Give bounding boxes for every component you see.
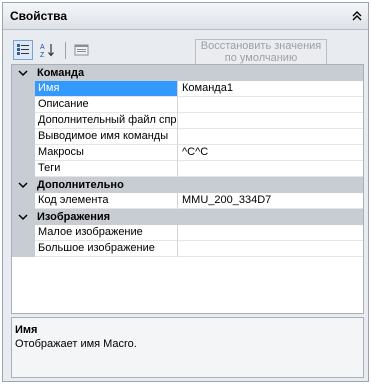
collapse-arrow-icon[interactable] <box>18 212 28 222</box>
property-row[interactable]: Выводимое имя команды <box>12 129 363 145</box>
collapse-chevrons-icon[interactable] <box>350 9 364 23</box>
property-row[interactable]: Малое изображение <box>12 225 363 241</box>
category-label: Команда <box>37 67 85 79</box>
category-label: Дополнительно <box>37 179 124 191</box>
category-row[interactable]: Изображения <box>12 209 363 225</box>
property-value[interactable] <box>178 225 363 241</box>
description-title: Имя <box>15 324 38 336</box>
svg-text:Z: Z <box>40 52 45 58</box>
property-row[interactable]: Дополнительный файл спр <box>12 113 363 129</box>
toolbar-separator <box>65 42 66 59</box>
property-grid: Команда Имя Команда1 Описание Дополнительный… <box>11 64 364 314</box>
collapse-arrow-icon[interactable] <box>18 180 28 190</box>
property-toolbar: A Z Восстановить значения по умолчанию <box>11 39 360 65</box>
category-label: Изображения <box>37 211 111 223</box>
property-name[interactable]: Дополнительный файл спр <box>35 113 178 129</box>
property-name[interactable]: Выводимое имя команды <box>35 129 178 145</box>
property-name[interactable]: Имя <box>35 81 178 97</box>
panel-title: Свойства <box>10 9 68 23</box>
description-text: Отображает имя Macro. <box>15 338 137 350</box>
categorized-icon <box>17 44 29 55</box>
property-value[interactable] <box>178 97 363 113</box>
property-row[interactable]: Описание <box>12 97 363 113</box>
property-name[interactable]: Малое изображение <box>35 225 178 241</box>
collapse-arrow-icon[interactable] <box>18 68 28 78</box>
properties-panel: Свойства A Z Восстановить значения по ум… <box>2 2 369 382</box>
property-pages-button[interactable] <box>71 40 91 60</box>
property-name[interactable]: Макросы <box>35 145 178 161</box>
property-row[interactable]: Теги <box>12 161 363 177</box>
category-row[interactable]: Дополнительно <box>12 177 363 193</box>
property-value[interactable]: ^C^C <box>178 145 363 161</box>
property-value[interactable] <box>178 241 363 257</box>
property-row[interactable]: Код элемента MMU_200_334D7 <box>12 193 363 209</box>
property-row[interactable]: Макросы ^C^C <box>12 145 363 161</box>
property-name[interactable]: Код элемента <box>35 193 178 209</box>
categorized-view-button[interactable] <box>13 40 33 60</box>
property-name[interactable]: Большое изображение <box>35 241 178 257</box>
property-value[interactable] <box>178 161 363 177</box>
property-pages-icon <box>74 44 88 56</box>
property-name[interactable]: Теги <box>35 161 178 177</box>
description-panel: Имя Отображает имя Macro. <box>11 317 364 378</box>
sort-az-icon: A Z <box>40 44 54 58</box>
property-value[interactable] <box>178 113 363 129</box>
restore-defaults-button[interactable]: Восстановить значения по умолчанию <box>195 39 327 65</box>
category-row[interactable]: Команда <box>12 65 363 81</box>
panel-titlebar: Свойства <box>3 3 368 30</box>
property-value[interactable]: Команда1 <box>178 81 363 97</box>
property-row[interactable]: Большое изображение <box>12 241 363 257</box>
svg-text:A: A <box>40 44 45 51</box>
property-row[interactable]: Имя Команда1 <box>12 81 363 97</box>
alphabetical-view-button[interactable]: A Z <box>37 40 57 60</box>
property-value[interactable] <box>178 129 363 145</box>
property-name[interactable]: Описание <box>35 97 178 113</box>
property-value[interactable]: MMU_200_334D7 <box>178 193 363 209</box>
